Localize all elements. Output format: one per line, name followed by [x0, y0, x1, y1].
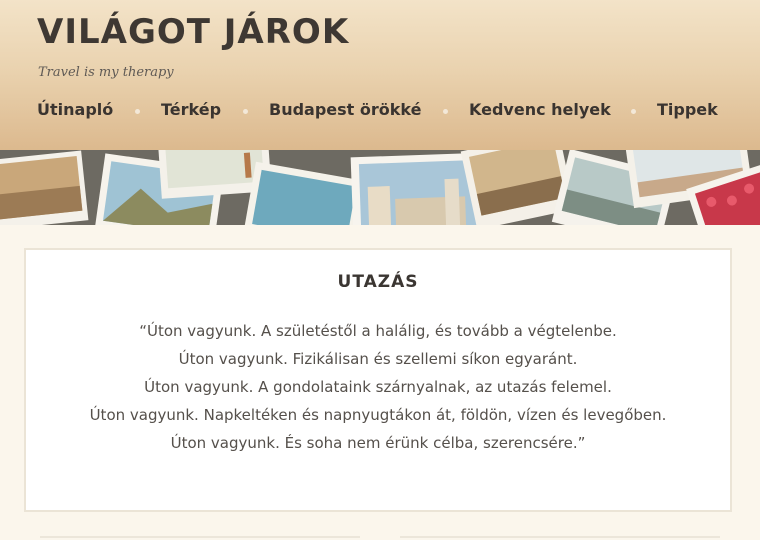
- next-card-edge: [40, 536, 360, 538]
- photo-collage: [0, 150, 760, 225]
- quote-line: “Úton vagyunk. A születéstől a halálig, …: [139, 322, 617, 340]
- nav-item-utinaplo[interactable]: Útinapló: [37, 100, 113, 119]
- header-banner-image: [0, 150, 760, 225]
- nav-item-kedvenc-helyek[interactable]: Kedvenc helyek: [469, 100, 611, 119]
- nav-item-terkep[interactable]: Térkép: [161, 100, 221, 119]
- site-title[interactable]: VILÁGOT JÁROK: [37, 12, 349, 52]
- post-quote: “Úton vagyunk. A születéstől a halálig, …: [26, 317, 730, 457]
- nav-item-budapest-orokke[interactable]: Budapest örökké: [269, 100, 421, 119]
- site-header: VILÁGOT JÁROK Travel is my therapy Útina…: [0, 0, 760, 150]
- nav-separator: [243, 109, 248, 114]
- nav-separator: [631, 109, 636, 114]
- quote-line: Úton vagyunk. A gondolataink szárnyalnak…: [144, 378, 612, 396]
- post-title[interactable]: UTAZÁS: [26, 272, 730, 292]
- nav-item-tippek[interactable]: Tippek: [657, 100, 718, 119]
- quote-line: Úton vagyunk. Fizikálisan és szellemi sí…: [178, 350, 578, 368]
- main-nav: Útinapló Térkép Budapest örökké Kedvenc …: [0, 100, 760, 128]
- nav-separator: [135, 109, 140, 114]
- next-card-edge: [400, 536, 720, 538]
- site-tagline: Travel is my therapy: [38, 65, 174, 80]
- quote-line: Úton vagyunk. És soha nem érünk célba, s…: [170, 434, 586, 452]
- post-card: UTAZÁS “Úton vagyunk. A születéstől a ha…: [24, 248, 732, 512]
- nav-separator: [443, 109, 448, 114]
- quote-line: Úton vagyunk. Napkeltéken és napnyugtáko…: [89, 406, 667, 424]
